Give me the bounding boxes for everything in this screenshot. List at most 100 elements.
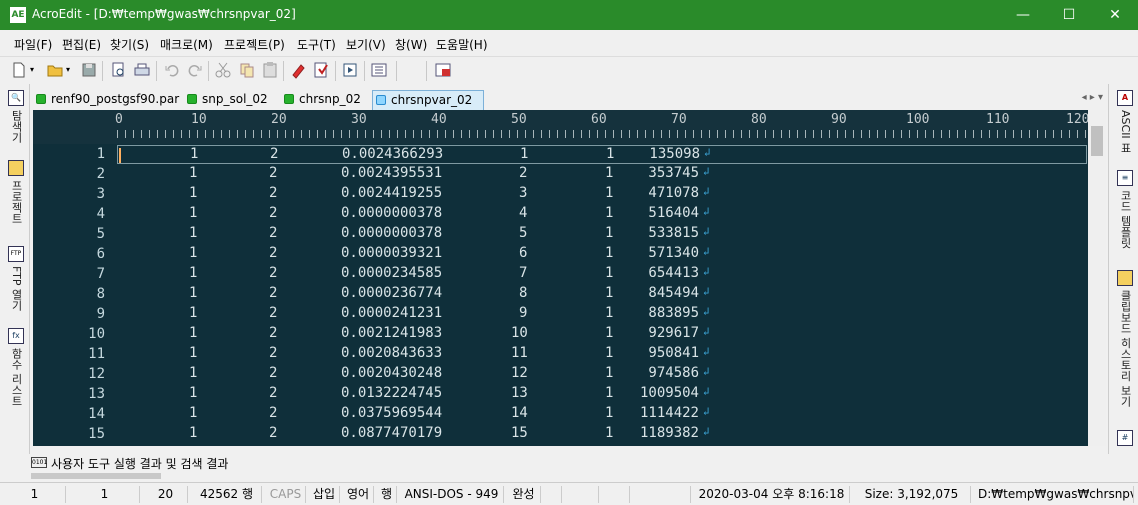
open-dropdown-icon[interactable]: ▾ [66,65,70,74]
tab-scroll-arrows-icon[interactable]: ◂ ▸ ▾ [1082,92,1103,103]
field-variance: 0.0000000378 [341,225,443,241]
run-icon[interactable] [341,61,359,79]
function-list-tab[interactable]: fx 함수 리스트 [6,328,26,407]
field-index: 2 [519,165,528,181]
print-icon[interactable] [133,61,151,79]
text-line[interactable]: 1 2 0.0000039321 6 1 571340 ↲ [117,245,1087,264]
field-2: 2 [269,405,278,421]
toolbar-separator [426,61,427,81]
project-tab-label: 프로젝트 [10,180,23,224]
text-line[interactable]: 1 2 0.0024366293 1 1 135098 ↲ [117,145,1087,164]
status-insert-mode[interactable]: 삽입 [309,486,340,503]
menu-macro[interactable]: 매크로(M) [160,36,213,53]
bookmark-icon[interactable] [312,61,330,79]
redo-icon[interactable] [186,61,204,79]
text-line[interactable]: 1 2 0.0021241983 10 1 929617 ↲ [117,325,1087,344]
clipboard-history-tab-label: 클립보드 히스토리 보기 [1119,290,1132,407]
highlight-icon[interactable] [289,61,307,79]
status-completion[interactable]: 완성 [507,486,541,503]
menu-window[interactable]: 창(W) [395,36,427,53]
minimize-button[interactable]: — [1000,0,1046,30]
tab-chrsnpvar-02[interactable]: chrsnpvar_02 ✕ [372,90,484,125]
ascii-table-tab[interactable]: A ASCII 표 [1115,90,1135,153]
field-2: 2 [269,305,278,321]
print-preview-icon[interactable] [110,61,128,79]
ruler-icon[interactable] [434,61,452,79]
column-mode-icon[interactable] [370,61,388,79]
line-break-icon: ↲ [703,285,710,298]
text-line[interactable]: 1 2 0.0024395531 2 1 353745 ↲ [117,165,1087,184]
field-1: 1 [190,146,199,162]
open-folder-icon[interactable] [46,61,64,79]
clipboard-history-tab[interactable]: 클립보드 히스토리 보기 [1115,270,1135,407]
ruler-number: 100 [906,112,930,127]
copy-icon[interactable] [238,61,256,79]
text-editor[interactable]: 0 10 20 30 40 50 60 70 80 90 100 110 120… [33,110,1106,446]
menu-find[interactable]: 찾기(S) [110,36,149,53]
text-line[interactable]: 1 2 0.0020843633 11 1 950841 ↲ [117,345,1087,364]
menu-edit[interactable]: 편집(E) [62,36,101,53]
new-file-dropdown-icon[interactable]: ▾ [30,65,34,74]
field-2: 2 [269,165,278,181]
line-break-icon: ↲ [703,365,710,378]
ftp-tab[interactable]: FTP FTP 열기 [6,246,26,311]
line-break-icon: ↲ [703,385,710,398]
cut-icon[interactable] [214,61,232,79]
field-1: 1 [189,405,198,421]
undo-icon[interactable] [163,61,181,79]
menu-file[interactable]: 파일(F) [14,36,52,53]
text-line[interactable]: 1 2 0.0000000378 5 1 533815 ↲ [117,225,1087,244]
status-encoding[interactable]: ANSI-DOS - 949 [400,486,504,503]
field-1: 1 [189,345,198,361]
ftp-tab-label: FTP 열기 [10,266,23,311]
scrollbar-thumb[interactable] [1091,126,1103,156]
field-variance: 0.0024419255 [341,185,443,201]
line-number: 4 [96,206,105,222]
text-line[interactable]: 1 2 0.0024419255 3 1 471078 ↲ [117,185,1087,204]
close-button[interactable]: ✕ [1092,0,1138,30]
text-line[interactable]: 1 2 0.0375969544 14 1 1114422 ↲ [117,405,1087,424]
ruler-number: 80 [751,112,767,127]
project-tab[interactable]: 프로젝트 [6,160,26,224]
file-status-icon [284,94,294,104]
tab-renf90-postgsf90[interactable]: renf90_postgsf90.par [33,90,179,110]
tab-chrsnp-02[interactable]: chrsnp_02 [281,90,361,110]
line-break-icon: ↲ [703,345,710,358]
hash-tab[interactable]: # [1115,430,1135,446]
status-empty-1 [544,486,562,503]
status-row-mode[interactable]: 행 [377,486,397,503]
horizontal-scrollbar[interactable] [31,473,161,479]
status-input-language[interactable]: 영어 [343,486,374,503]
field-chr: 1 [605,345,614,361]
text-line[interactable]: 1 2 0.0000236774 8 1 845494 ↲ [117,285,1087,304]
text-line[interactable]: 1 2 0.0000234585 7 1 654413 ↲ [117,265,1087,284]
left-side-panel: 🔍 탐색기 프로젝트 FTP FTP 열기 fx 함수 리스트 [0,84,30,454]
field-position: 571340 [648,245,699,261]
menu-tools[interactable]: 도구(T) [297,36,336,53]
output-panel-tab[interactable]: 사용자 도구 실행 결과 및 검색 결과 [51,455,228,472]
vertical-scrollbar[interactable] [1088,110,1106,446]
text-line[interactable]: 1 2 0.0020430248 12 1 974586 ↲ [117,365,1087,384]
paste-icon[interactable] [261,61,279,79]
menu-help[interactable]: 도움말(H) [436,36,488,53]
save-icon[interactable] [80,61,98,79]
explorer-tab[interactable]: 🔍 탐색기 [6,90,26,143]
status-empty-3 [602,486,630,503]
line-break-icon: ↲ [703,165,710,178]
new-file-icon[interactable] [10,61,28,79]
code-template-tab[interactable]: ≡ 코드 템플릿 [1115,170,1135,249]
text-line[interactable]: 1 2 0.0000000378 4 1 516404 ↲ [117,205,1087,224]
toolbar: ▾ ▾ [0,56,1138,84]
field-chr: 1 [605,425,614,441]
status-line: 1 [4,486,66,503]
maximize-button[interactable]: ☐ [1046,0,1092,30]
field-position: 135098 [649,146,700,162]
tab-snp-sol-02[interactable]: snp_sol_02 [184,90,268,110]
text-line[interactable]: 1 2 0.0877470179 15 1 1189382 ↲ [117,425,1087,444]
line-number: 7 [96,266,105,282]
text-line[interactable]: 1 2 0.0000241231 9 1 883895 ↲ [117,305,1087,324]
menu-project[interactable]: 프로젝트(P) [224,36,285,53]
text-line[interactable]: 1 2 0.0132224745 13 1 1009504 ↲ [117,385,1087,404]
menu-view[interactable]: 보기(V) [346,36,386,53]
column-ruler: 0 10 20 30 40 50 60 70 80 90 100 110 120 [33,110,1089,144]
